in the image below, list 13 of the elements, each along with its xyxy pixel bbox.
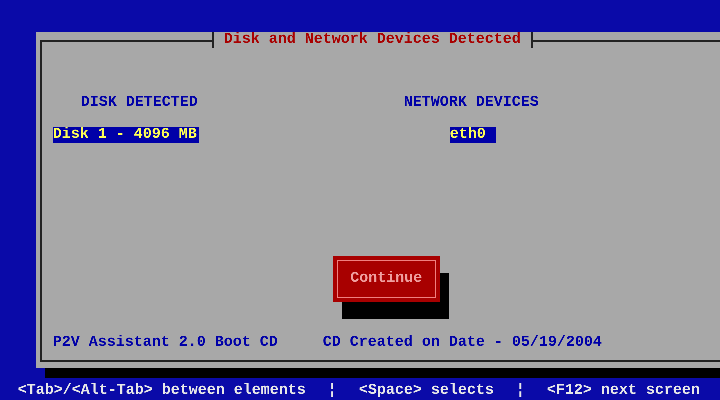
status-hint: ¦ (328, 383, 338, 399)
status-hint: <Tab>/<Alt-Tab> between elements (18, 383, 306, 399)
status-hint: <F12> next screen (547, 383, 700, 399)
column-heading: DISK DETECTED (81, 95, 198, 111)
network-device-item[interactable]: eth0 (450, 127, 496, 143)
status-hint: <Space> selects (359, 383, 494, 399)
column-heading: NETWORK DEVICES (404, 95, 540, 111)
info-text: P2V Assistant 2.0 Boot CD (53, 335, 278, 351)
status-hint: ¦ (516, 383, 526, 399)
dialog-title: Disk and Network Devices Detected (212, 32, 534, 48)
info-text: CD Created on Date - 05/19/2004 (323, 335, 602, 351)
disk-item[interactable]: Disk 1 - 4096 MB (53, 127, 200, 143)
continue-button[interactable]: Continue (333, 256, 440, 302)
